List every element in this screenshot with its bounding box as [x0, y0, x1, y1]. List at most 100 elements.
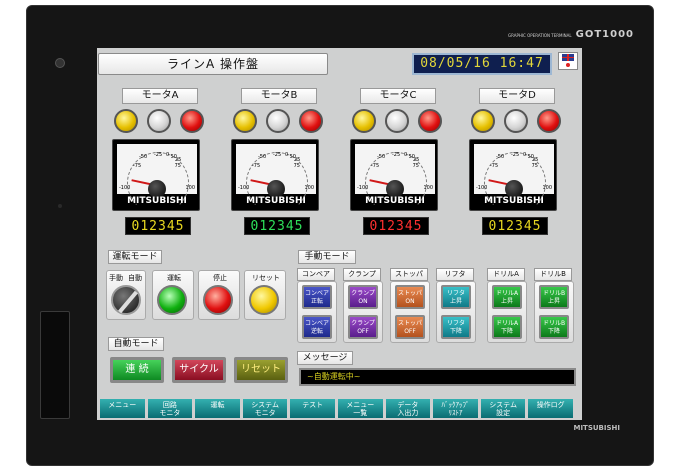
meter-tick-label: 75	[293, 163, 300, 169]
language-switch-button[interactable]	[558, 52, 578, 70]
meter-tick-label: -75	[252, 163, 261, 169]
selector-manual-label: 手動	[109, 274, 123, 282]
motor-label: モータB	[241, 88, 317, 104]
meter-tick-label: -25	[392, 152, 401, 158]
meter-tick-label: 100	[423, 185, 433, 191]
motor-run-lamp	[471, 109, 495, 133]
motor-stop-lamp	[147, 109, 171, 133]
motor-counter-display: 012345	[244, 217, 310, 235]
manual-off-button[interactable]: コンベア 逆転	[302, 315, 332, 339]
message-display: ~自動運転中~	[299, 368, 576, 386]
stop-button[interactable]	[203, 285, 233, 315]
meter-tick-label: -25	[511, 152, 520, 158]
motor-analog-meter: -100 -75 -50 50 -25 75 100 0 25 MITSUBIS…	[350, 139, 438, 214]
meter-tick-label: 75	[531, 163, 538, 169]
meter-tick-label: 25	[294, 157, 301, 163]
meter-tick-label: 75	[174, 163, 181, 169]
motor-label: モータC	[360, 88, 436, 104]
function-key-button[interactable]: 運転	[194, 398, 241, 419]
manual-group-label: リフタ	[436, 268, 474, 281]
function-key-button[interactable]: メニュー 一覧	[337, 398, 384, 419]
meter-tick-label: 100	[542, 185, 552, 191]
meter-tick-label: -25	[154, 152, 163, 158]
manual-off-button[interactable]: ドリルA 下降	[492, 315, 522, 339]
meter-tick-label: 75	[412, 163, 419, 169]
motor-counter-display: 012345	[482, 217, 548, 235]
manual-off-button[interactable]: クランプ OFF	[348, 315, 378, 339]
meter-tick-label: -75	[490, 163, 499, 169]
meter-tick-label: -50	[377, 154, 386, 160]
function-key-button[interactable]: 操作ログ	[527, 398, 574, 419]
meter-tick-label: 25	[413, 157, 420, 163]
auto-reset-button[interactable]: リセット	[234, 357, 288, 383]
run-button-panel: 運転	[152, 270, 194, 320]
clock-display: 08/05/16 16:47	[412, 53, 552, 75]
meter-tick-label: -50	[139, 154, 148, 160]
motor-run-lamp	[233, 109, 257, 133]
function-key-button[interactable]: 回路 モニタ	[146, 398, 194, 419]
manual-group-label: コンベア	[297, 268, 335, 281]
meter-tick-label: -25	[273, 152, 282, 158]
manual-on-button[interactable]: ドリルB 上昇	[539, 285, 569, 309]
manual-mode-label: 手動モード	[298, 250, 356, 264]
meter-tick-label: -75	[133, 163, 142, 169]
stop-button-panel: 停止	[198, 270, 240, 320]
motor-label: モータA	[122, 88, 198, 104]
function-key-button[interactable]: データ 入出力	[384, 398, 432, 419]
manual-group-label: ストッパ	[390, 268, 428, 281]
manual-group-panel: クランプ ON クランプ OFF	[343, 281, 383, 343]
memory-card-slot[interactable]	[40, 311, 70, 419]
manual-on-button[interactable]: クランプ ON	[348, 285, 378, 309]
manual-group-label: ドリルB	[534, 268, 572, 281]
motor-analog-meter: -100 -75 -50 50 -25 75 100 0 25 MITSUBIS…	[112, 139, 200, 214]
mode-selector-switch[interactable]	[111, 285, 141, 315]
meter-face: -100 -75 -50 50 -25 75 100 0 25	[236, 144, 316, 214]
meter-face: -100 -75 -50 50 -25 75 100 0 25	[355, 144, 435, 214]
message-label: メッセージ	[297, 351, 353, 365]
run-button-label: 運転	[167, 274, 181, 282]
manual-on-button[interactable]: ドリルA 上昇	[492, 285, 522, 309]
brand-logo-bottom: MITSUBISHI	[573, 424, 620, 432]
motor-run-lamp	[114, 109, 138, 133]
manual-off-button[interactable]: ストッパ OFF	[395, 315, 425, 339]
meter-tick-label: 100	[304, 185, 314, 191]
auto-continuous-button[interactable]: 連 続	[110, 357, 164, 383]
meter-brand: MITSUBISHI	[246, 196, 306, 206]
status-dot	[58, 204, 62, 208]
manual-off-button[interactable]: リフタ 下降	[441, 315, 471, 339]
function-key-button[interactable]: テスト	[289, 398, 336, 419]
manual-on-button[interactable]: リフタ 上昇	[441, 285, 471, 309]
function-key-button[interactable]: ﾊﾞｯｸｱｯﾌﾟ ﾘｽﾄｱ	[432, 398, 479, 419]
meter-tick-label: -100	[238, 185, 250, 191]
function-key-button[interactable]: システム 設定	[479, 398, 527, 419]
manual-on-button[interactable]: コンベア 正転	[302, 285, 332, 309]
mode-selector-panel: 手動 自動	[106, 270, 146, 320]
manual-group-label: クランプ	[343, 268, 381, 281]
motor-stop-lamp	[266, 109, 290, 133]
motor-analog-meter: -100 -75 -50 50 -25 75 100 0 25 MITSUBIS…	[469, 139, 557, 214]
reset-button[interactable]	[249, 285, 279, 315]
manual-off-button[interactable]: ドリルB 下降	[539, 315, 569, 339]
stop-button-label: 停止	[213, 274, 227, 282]
manual-group-panel: リフタ 上昇 リフタ 下降	[436, 281, 476, 343]
meter-tick-label: -50	[496, 154, 505, 160]
function-key-button[interactable]: システム モニタ	[241, 398, 289, 419]
meter-tick-label: 0	[285, 152, 289, 158]
meter-face: -100 -75 -50 50 -25 75 100 0 25	[474, 144, 554, 214]
uk-flag-icon	[562, 54, 574, 61]
motor-counter-display: 012345	[363, 217, 429, 235]
auto-cycle-button[interactable]: サイクル	[172, 357, 226, 383]
function-key-button[interactable]: メニュー	[99, 398, 146, 419]
motor-label: モータD	[479, 88, 555, 104]
motor-stop-lamp	[385, 109, 409, 133]
run-button[interactable]	[157, 285, 187, 315]
reset-button-label: リセット	[252, 274, 280, 282]
motor-fault-lamp	[418, 109, 442, 133]
motor-stop-lamp	[504, 109, 528, 133]
meter-tick-label: 25	[532, 157, 539, 163]
meter-brand: MITSUBISHI	[365, 196, 425, 206]
meter-tick-label: 0	[523, 152, 527, 158]
manual-group-label: ドリルA	[487, 268, 525, 281]
manual-on-button[interactable]: ストッパ ON	[395, 285, 425, 309]
meter-tick-label: -50	[258, 154, 267, 160]
